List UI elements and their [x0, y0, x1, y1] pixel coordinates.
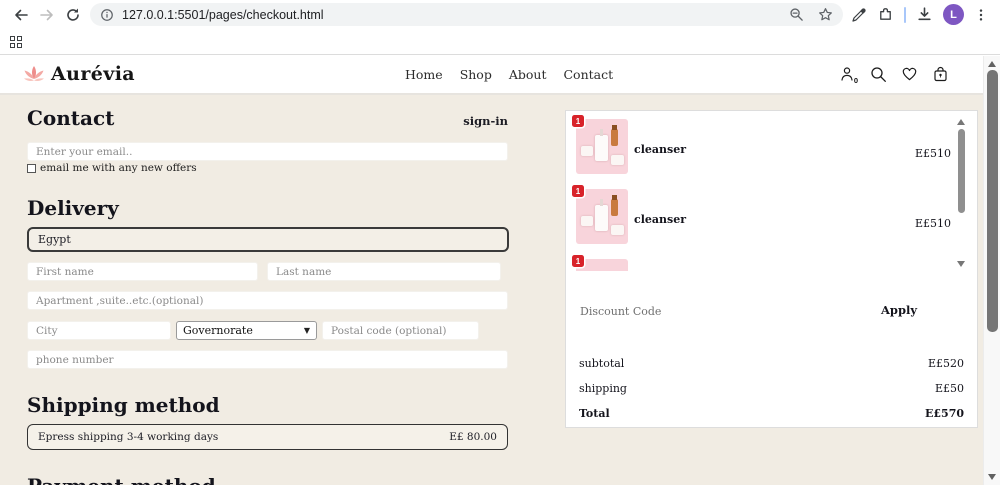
product-thumbnail: 1: [572, 255, 628, 271]
account-icon: [841, 67, 853, 81]
item-name: cleanser: [634, 213, 686, 226]
delivery-heading: Delivery: [27, 196, 119, 220]
subtotal-value: E£520: [927, 357, 964, 370]
brand-logo[interactable]: Aurévia: [22, 63, 135, 85]
shipping-row: shipping E£50: [579, 382, 964, 395]
order-summary-card: 1 cleanser E£510 1 cleanser E£510 1 Disc…: [565, 110, 978, 428]
total-label: Total: [579, 407, 610, 420]
chevron-down-icon: ▼: [303, 326, 310, 335]
download-icon[interactable]: [916, 6, 933, 23]
city-input[interactable]: [27, 321, 171, 340]
search-button[interactable]: [869, 65, 887, 83]
browser-toolbar: 127.0.0.1:5501/pages/checkout.html L: [0, 0, 1000, 29]
product-thumbnail: 1: [572, 185, 628, 244]
lotus-icon: [24, 65, 44, 81]
address-bar[interactable]: 127.0.0.1:5501/pages/checkout.html: [90, 3, 843, 26]
email-input[interactable]: [27, 142, 508, 161]
total-value: E£570: [925, 407, 964, 420]
quantity-badge: 1: [572, 255, 584, 267]
offers-checkbox[interactable]: [27, 163, 36, 173]
cart-item: 1: [572, 255, 951, 271]
forward-button[interactable]: [34, 2, 60, 28]
menu-dots-icon[interactable]: [974, 7, 988, 23]
offers-checkbox-row: email me with any new offers: [27, 162, 197, 174]
back-button[interactable]: [8, 2, 34, 28]
scroll-down-icon[interactable]: [957, 261, 965, 267]
back-icon: [15, 9, 28, 20]
reload-button[interactable]: [60, 2, 86, 28]
site-header: Aurévia Home Shop About Contact 0: [0, 56, 983, 95]
checkout-page: Contact sign-in email me with any new of…: [0, 95, 983, 485]
item-price: E£510: [914, 147, 951, 160]
governorate-value: Governorate: [183, 324, 253, 337]
toolbar-separator: [904, 6, 906, 23]
apply-discount-button[interactable]: Apply: [881, 303, 917, 317]
shopping-bag-icon: [933, 66, 947, 81]
page-scrollbar-thumb[interactable]: [987, 70, 998, 332]
profile-avatar[interactable]: L: [943, 4, 964, 25]
product-thumbnail: 1: [572, 115, 628, 174]
extensions-icon[interactable]: [877, 6, 894, 23]
cart-scrollbar-thumb[interactable]: [958, 129, 965, 213]
item-price: E£510: [914, 217, 951, 230]
apps-grid-icon[interactable]: [10, 35, 22, 48]
governorate-select[interactable]: Governorate ▼: [176, 321, 317, 340]
scrollbar-up-icon[interactable]: [988, 61, 996, 67]
cart-item: 1 cleanser E£510: [572, 185, 951, 251]
brand-name: Aurévia: [51, 63, 136, 85]
nav-contact[interactable]: Contact: [563, 67, 613, 82]
nav-about[interactable]: About: [509, 67, 547, 82]
shipping-option-label: Epress shipping 3-4 working days: [38, 431, 219, 443]
discount-code-input[interactable]: [580, 301, 870, 321]
postal-code-input[interactable]: [322, 321, 479, 340]
reload-icon: [67, 8, 79, 21]
eyedropper-extension-icon[interactable]: [851, 7, 867, 23]
wishlist-button[interactable]: [900, 65, 918, 83]
heart-icon: [902, 67, 916, 81]
nav-home[interactable]: Home: [405, 67, 443, 82]
item-name: cleanser: [634, 143, 686, 156]
shipping-value: E£50: [934, 382, 964, 395]
cart-list-scrollbar[interactable]: [954, 117, 968, 269]
shipping-label: shipping: [579, 382, 627, 395]
browser-window: 127.0.0.1:5501/pages/checkout.html L Aur…: [0, 0, 1000, 485]
subtotal-row: subtotal E£520: [579, 357, 964, 370]
account-count-badge: 0: [853, 76, 858, 85]
subtotal-label: subtotal: [579, 357, 625, 370]
shipping-method-heading: Shipping method: [27, 393, 220, 417]
last-name-input[interactable]: [267, 262, 501, 281]
total-row: Total E£570: [579, 407, 964, 420]
first-name-input[interactable]: [27, 262, 258, 281]
shipping-option[interactable]: Epress shipping 3-4 working days E£ 80.0…: [27, 424, 508, 450]
cart-button[interactable]: [931, 65, 949, 83]
phone-input[interactable]: [27, 350, 508, 369]
bookmark-star-icon[interactable]: [818, 7, 833, 22]
country-select[interactable]: Egypt: [27, 227, 509, 252]
toolbar-right-icons: L: [851, 4, 992, 25]
quantity-badge: 1: [572, 115, 584, 127]
shipping-option-price: E£ 80.00: [449, 431, 497, 443]
bookmarks-bar: [0, 29, 1000, 55]
header-icons: 0: [838, 65, 949, 85]
nav-shop[interactable]: Shop: [460, 67, 492, 82]
site-info-icon[interactable]: [100, 8, 114, 22]
cart-items-list[interactable]: 1 cleanser E£510 1 cleanser E£510 1: [566, 111, 979, 271]
quantity-badge: 1: [572, 185, 584, 197]
main-nav: Home Shop About Contact: [405, 67, 613, 82]
apartment-input[interactable]: [27, 291, 508, 310]
discount-row: Apply: [566, 301, 979, 325]
scrollbar-down-icon[interactable]: [988, 474, 996, 480]
payment-method-heading: Payment method: [27, 474, 216, 485]
page-scrollbar[interactable]: [983, 56, 1000, 485]
zoom-out-icon[interactable]: [789, 7, 804, 22]
sign-in-link[interactable]: sign-in: [27, 114, 508, 128]
search-icon: [870, 66, 886, 82]
forward-icon: [40, 9, 53, 20]
url-text[interactable]: 127.0.0.1:5501/pages/checkout.html: [122, 8, 789, 22]
country-value: Egypt: [38, 233, 71, 246]
cart-item: 1 cleanser E£510: [572, 115, 951, 181]
offers-checkbox-label: email me with any new offers: [40, 162, 197, 174]
scroll-up-icon[interactable]: [957, 119, 965, 125]
account-button[interactable]: 0: [838, 65, 858, 85]
